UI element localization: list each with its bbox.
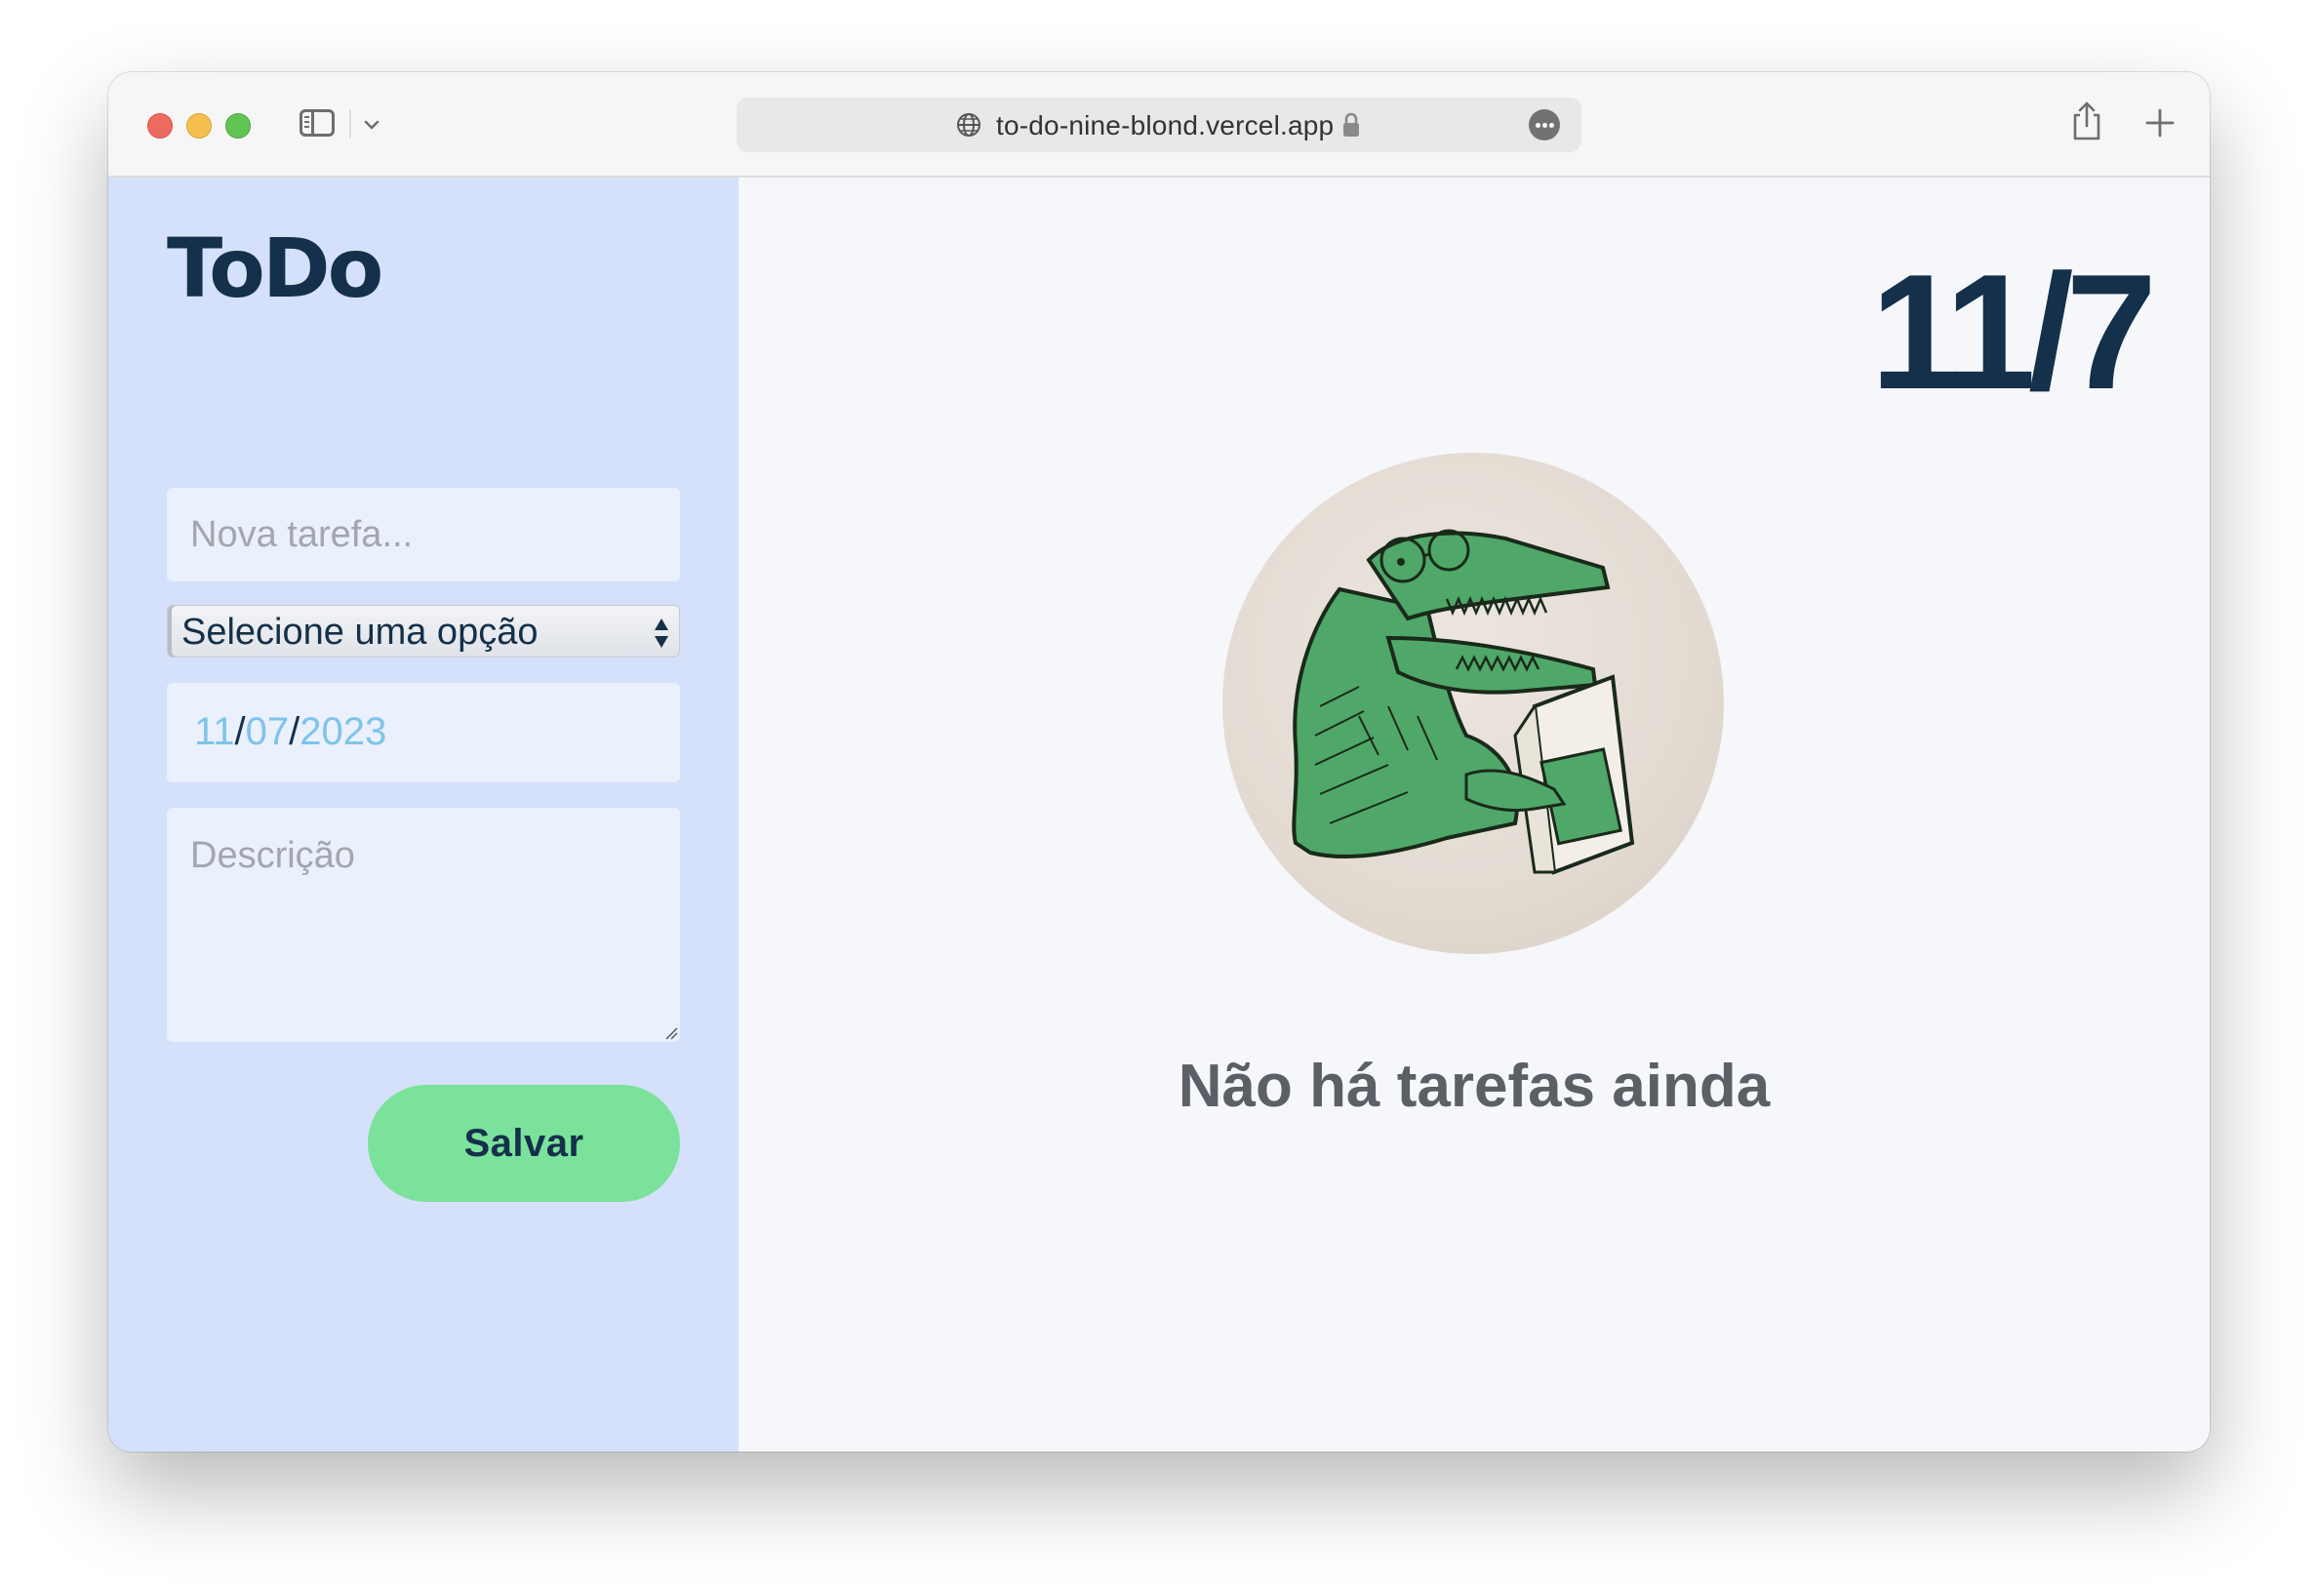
- save-button[interactable]: Salvar: [368, 1085, 680, 1202]
- date-year[interactable]: 2023: [300, 710, 386, 753]
- date-value: 11/07/2023: [194, 710, 386, 754]
- globe-icon: [957, 113, 980, 137]
- address-bar[interactable]: to-do-nine-blond.vercel.app: [737, 98, 1581, 152]
- category-select[interactable]: Selecione uma opção: [167, 605, 680, 658]
- current-date: 11/7: [1870, 240, 2157, 423]
- sidebar: ToDo Selecione uma opção 11/07/2023 Desc…: [108, 178, 739, 1452]
- description-textarea[interactable]: Descrição: [167, 808, 680, 1042]
- close-window-button[interactable]: [147, 113, 173, 139]
- date-month[interactable]: 07: [246, 710, 290, 753]
- task-input[interactable]: [167, 488, 680, 581]
- crocodile-reading-illustration: [1222, 453, 1724, 954]
- resize-grip-icon[interactable]: [664, 1026, 678, 1040]
- description-placeholder: Descrição: [190, 835, 355, 876]
- empty-state-message: Não há tarefas ainda: [1178, 1053, 1771, 1120]
- category-select-value: Selecione uma opção: [181, 612, 539, 653]
- date-separator: /: [234, 710, 246, 753]
- minimize-window-button[interactable]: [186, 113, 212, 139]
- chevron-down-icon[interactable]: [360, 115, 383, 135]
- date-separator: /: [289, 710, 300, 753]
- main-content: 11/7 Não há tarefas ainda: [739, 178, 2210, 1452]
- select-arrows-icon: [655, 618, 668, 648]
- crocodile-illustration-art: [1292, 529, 1635, 875]
- page-menu-icon[interactable]: [1529, 109, 1560, 140]
- share-icon[interactable]: [2069, 100, 2104, 142]
- browser-toolbar: to-do-nine-blond.vercel.app: [108, 72, 2210, 178]
- date-input[interactable]: 11/07/2023: [167, 683, 680, 782]
- browser-window: to-do-nine-blond.vercel.app ToDo Selecio…: [108, 72, 2210, 1452]
- new-tab-icon[interactable]: [2142, 105, 2178, 140]
- toolbar-divider: [349, 109, 351, 139]
- app-logo: ToDo: [167, 220, 383, 316]
- url-text: to-do-nine-blond.vercel.app: [996, 110, 1335, 140]
- lock-icon: [1343, 112, 1359, 137]
- zoom-window-button[interactable]: [225, 113, 251, 139]
- date-day[interactable]: 11: [194, 710, 235, 753]
- sidebar-toggle-icon[interactable]: [300, 109, 335, 137]
